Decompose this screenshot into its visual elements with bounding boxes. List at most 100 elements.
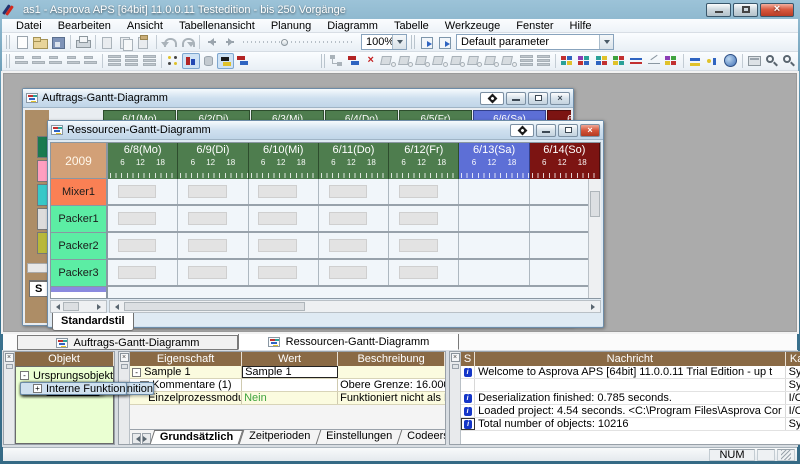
report-icon[interactable] [535, 53, 552, 69]
zoom-slider[interactable] [243, 36, 355, 48]
title-bar[interactable]: as1 - Asprova APS [64bit] 11.0.0.11 Test… [2, 0, 798, 19]
undo-icon[interactable] [160, 34, 178, 50]
new-document-icon[interactable] [13, 34, 31, 50]
menu-werkzeuge[interactable]: Werkzeuge [437, 19, 508, 33]
globe-icon[interactable] [722, 53, 739, 69]
machine-icon[interactable] [466, 53, 483, 69]
bar-style-icon[interactable] [47, 53, 64, 69]
parameter-combobox[interactable]: Default parameter [456, 34, 614, 50]
cut-icon[interactable] [99, 34, 117, 50]
scrollbar-thumb[interactable] [124, 302, 305, 311]
menu-ansicht[interactable]: Ansicht [119, 19, 171, 33]
resource-column-scrollbar[interactable] [50, 300, 107, 313]
row-layout-icon[interactable] [123, 53, 140, 69]
menu-fenster[interactable]: Fenster [508, 19, 561, 33]
menu-datei[interactable]: Datei [8, 19, 50, 33]
scroll-left-arrow[interactable] [53, 304, 60, 310]
scroll-right-arrow[interactable] [97, 304, 104, 310]
date-header-cell[interactable]: 6/12(Fr) 6 12 18 [389, 143, 459, 179]
toolbar-grip[interactable] [6, 54, 11, 68]
machine-icon[interactable] [500, 53, 517, 69]
maximize-button[interactable] [733, 3, 758, 17]
auftrags-style-tab[interactable]: S [29, 280, 49, 297]
property-row-sample1[interactable]: -Sample 1 Sample 1 [130, 366, 445, 379]
close-panel-icon[interactable]: × [5, 353, 14, 362]
zoom-slider-thumb[interactable] [281, 39, 288, 46]
machine-icon[interactable] [483, 53, 500, 69]
tab-auftrags-gantt[interactable]: Auftrags-Gantt-Diagramm [17, 335, 238, 350]
zoom-combobox[interactable]: 100% [361, 34, 407, 50]
report-icon[interactable] [518, 53, 535, 69]
message-row[interactable]: i Welcome to Asprova APS [64bit] 11.0.0.… [461, 366, 800, 379]
import-window-icon[interactable] [418, 34, 436, 50]
scrollbar-thumb[interactable] [63, 302, 79, 311]
date-header-cell[interactable]: 6/11(Do) 6 12 18 [319, 143, 389, 179]
zoom-out-icon[interactable] [780, 53, 797, 69]
vertical-scrollbar[interactable] [588, 179, 601, 298]
gantt-chart-area[interactable]: 6/8(Mo) 6 12 18 6/9(Di) 6 12 18 6/10(Mi) [108, 143, 600, 298]
bar-style-icon[interactable] [82, 53, 99, 69]
table-view-icon[interactable] [611, 53, 628, 69]
expand-icon[interactable]: + [33, 384, 42, 393]
scrollbar-thumb[interactable] [590, 191, 600, 217]
close-panel-icon[interactable]: × [451, 353, 460, 362]
table-view-icon[interactable] [594, 53, 611, 69]
toolbar-grip[interactable] [6, 35, 11, 49]
load-graph-icon[interactable] [182, 53, 199, 69]
close-panel-icon[interactable]: × [120, 353, 129, 362]
toolbar-grip[interactable] [411, 35, 416, 49]
menu-hilfe[interactable]: Hilfe [562, 19, 600, 33]
chevron-down-icon[interactable] [392, 35, 406, 49]
menu-diagramm[interactable]: Diagramm [319, 19, 386, 33]
bar-style-icon[interactable] [65, 53, 82, 69]
pin-panel-icon[interactable] [121, 364, 128, 369]
child-close-button[interactable]: × [580, 124, 600, 137]
row-layout-icon[interactable] [106, 53, 123, 69]
open-folder-icon[interactable] [31, 34, 49, 50]
ressourcen-gantt-window[interactable]: Ressourcen-Gantt-Diagramm × 2009 Mixer1 … [47, 120, 604, 328]
machine-icon[interactable] [431, 53, 448, 69]
display-options-icon[interactable] [165, 53, 182, 69]
tab-grundsaetzlich[interactable]: Grundsätzlich [150, 430, 244, 444]
scroll-left-arrow[interactable] [112, 304, 119, 310]
value-cell[interactable]: Nein [242, 392, 338, 404]
tab-scroll-left-icon[interactable] [132, 433, 141, 444]
redo-icon[interactable] [178, 34, 196, 50]
close-button[interactable]: × [760, 3, 794, 17]
scroll-right-arrow[interactable] [591, 304, 598, 310]
child-close-button[interactable]: × [550, 92, 570, 105]
menu-tabelle[interactable]: Tabelle [386, 19, 437, 33]
pin-panel-icon[interactable] [6, 364, 13, 369]
horizontal-scrollbar[interactable] [27, 263, 49, 273]
ressourcen-title-bar[interactable]: Ressourcen-Gantt-Diagramm × [48, 121, 603, 139]
filter-equal-icon[interactable] [687, 53, 704, 69]
message-row-selected[interactable]: i Total number of objects: 10216 Sys 201 [461, 418, 800, 431]
resource-row-header[interactable]: Packer2 [51, 233, 106, 260]
resource-row-header[interactable]: Packer1 [51, 206, 106, 233]
hierarchy-icon[interactable] [328, 53, 345, 69]
highlight-icon[interactable] [704, 53, 721, 69]
child-restore-button[interactable] [558, 124, 578, 137]
date-header-cell-saturday[interactable]: 6/13(Sa) 6 12 18 [459, 143, 529, 179]
bar-style-icon[interactable] [30, 53, 47, 69]
tree-item-interne-funktion[interactable]: + Interne Funktion [20, 382, 114, 395]
value-cell-selected[interactable]: Sample 1 [242, 366, 338, 378]
arrange-window-icon[interactable] [436, 34, 454, 50]
minimize-button[interactable] [706, 3, 731, 17]
calculator-icon[interactable] [746, 53, 763, 69]
message-row[interactable]: i Deserialization finished: 0.785 second… [461, 392, 800, 405]
table-view-icon[interactable] [559, 53, 576, 69]
date-header-cell[interactable]: 6/8(Mo) 6 12 18 [108, 143, 178, 179]
chevron-down-icon[interactable] [599, 35, 613, 49]
child-minimize-button[interactable] [536, 124, 556, 137]
date-header-cell[interactable]: 6/10(Mi) 6 12 18 [249, 143, 319, 179]
forward-arrow-icon[interactable] [221, 34, 239, 50]
table-view-icon[interactable] [576, 53, 593, 69]
machine-icon[interactable] [414, 53, 431, 69]
compass-icon[interactable] [480, 92, 504, 105]
gantt-display-icon[interactable] [217, 53, 234, 69]
child-minimize-button[interactable] [506, 92, 526, 105]
date-header-cell[interactable]: 6/9(Di) 6 12 18 [178, 143, 248, 179]
machine-icon[interactable] [449, 53, 466, 69]
machine-icon[interactable] [397, 53, 414, 69]
